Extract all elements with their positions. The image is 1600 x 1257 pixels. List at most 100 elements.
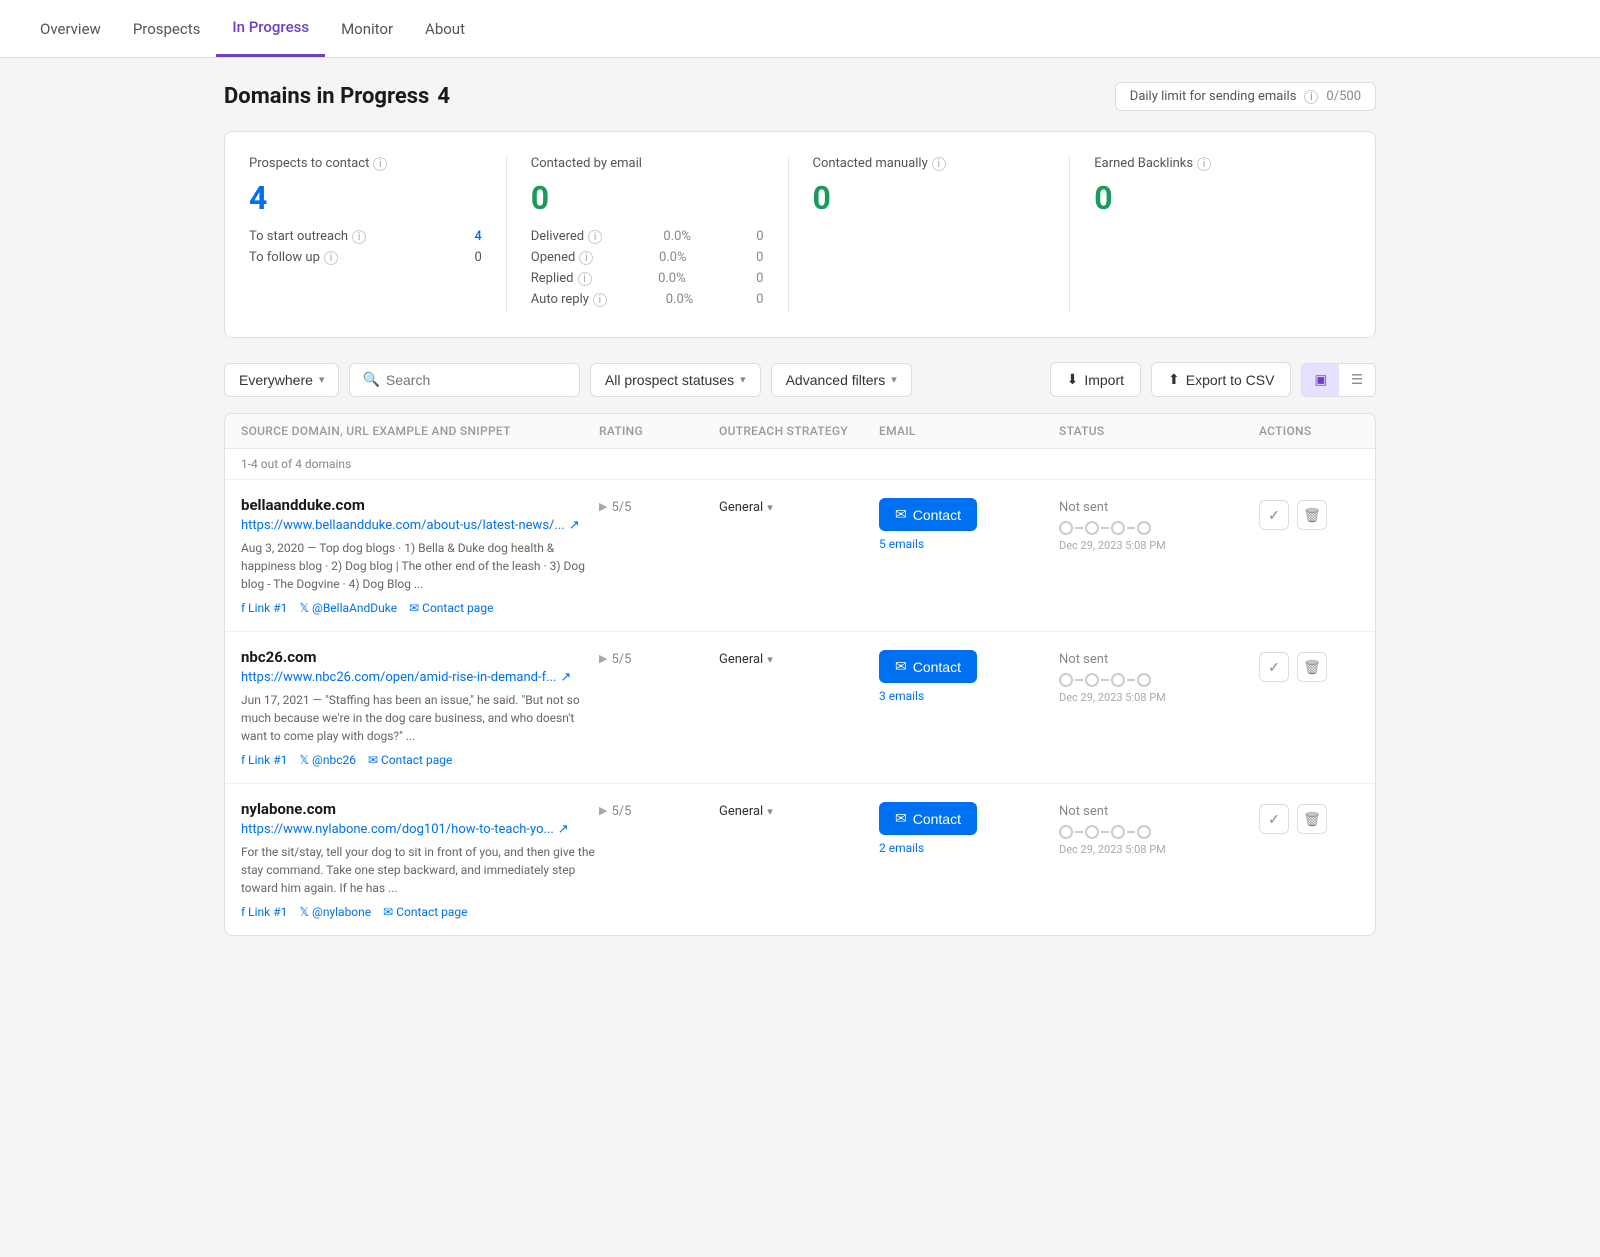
strategy-select[interactable]: General ▾: [719, 500, 773, 515]
domain-name: bellaandduke.com: [241, 496, 599, 514]
emails-count[interactable]: 5 emails: [879, 537, 924, 551]
trash-icon: 🗑: [1303, 811, 1321, 828]
rating-cell: ▶ 5/5: [599, 800, 719, 819]
view-toggle: ▣ ☰: [1301, 363, 1376, 397]
outreach-info-icon[interactable]: i: [352, 230, 366, 244]
delete-button[interactable]: 🗑: [1297, 652, 1327, 682]
rating-expand-icon[interactable]: ▶: [599, 500, 607, 513]
manual-info-icon[interactable]: i: [932, 157, 946, 171]
location-chevron-icon: ▾: [319, 373, 325, 386]
external-link-icon: ↗: [569, 518, 580, 533]
contact-page-link[interactable]: ✉ Contact page: [409, 601, 493, 615]
search-box[interactable]: 🔍: [349, 363, 579, 397]
check-button[interactable]: ✓: [1259, 804, 1289, 834]
rating-expand-icon[interactable]: ▶: [599, 804, 607, 817]
domain-url-link[interactable]: https://www.nbc26.com/open/amid-rise-in-…: [241, 670, 556, 685]
stat-backlinks: Earned Backlinks i 0: [1070, 156, 1351, 313]
contact-btn-label: Contact: [913, 507, 961, 523]
backlinks-value: 0: [1094, 179, 1327, 217]
facebook-icon: f: [241, 905, 245, 919]
twitter-link[interactable]: 𝕏 @BellaAndDuke: [299, 601, 397, 615]
autoreply-info-icon[interactable]: i: [593, 293, 607, 307]
col-source: Source Domain, URL Example and Snippet: [241, 424, 599, 438]
search-input[interactable]: [386, 372, 567, 388]
contact-page-link[interactable]: ✉ Contact page: [383, 905, 467, 919]
opened-info-icon[interactable]: i: [579, 251, 593, 265]
advanced-filter[interactable]: Advanced filters ▾: [771, 363, 912, 397]
progress-dot-2: [1085, 673, 1099, 687]
status-cell: Not sent Dec 29, 2023 5:08 PM: [1059, 800, 1259, 856]
emails-count[interactable]: 3 emails: [879, 689, 924, 703]
check-icon: ✓: [1268, 507, 1280, 524]
col-strategy: Outreach strategy: [719, 424, 879, 438]
nav-about[interactable]: About: [409, 2, 481, 56]
import-button[interactable]: ⬇ Import: [1050, 362, 1141, 397]
twitter-icon: 𝕏: [299, 905, 309, 919]
delete-button[interactable]: 🗑: [1297, 804, 1327, 834]
progress-line-2: [1101, 527, 1109, 529]
nav-prospects[interactable]: Prospects: [117, 2, 217, 56]
facebook-label: Link #1: [248, 601, 287, 615]
contact-icon: ✉: [409, 601, 419, 615]
contact-button[interactable]: ✉ Contact: [879, 650, 977, 683]
check-button[interactable]: ✓: [1259, 652, 1289, 682]
strategy-select[interactable]: General ▾: [719, 804, 773, 819]
list-icon: ☰: [1351, 372, 1363, 387]
list-view-button[interactable]: ☰: [1339, 364, 1375, 396]
daily-limit-info-icon[interactable]: i: [1304, 90, 1318, 104]
contact-button[interactable]: ✉ Contact: [879, 498, 977, 531]
check-button[interactable]: ✓: [1259, 500, 1289, 530]
location-label: Everywhere: [239, 372, 313, 388]
facebook-label: Link #1: [248, 753, 287, 767]
strategy-cell: General ▾: [719, 800, 879, 819]
status-filter[interactable]: All prospect statuses ▾: [590, 363, 761, 397]
table-row: nylabone.com https://www.nylabone.com/do…: [225, 784, 1375, 935]
followup-info-icon[interactable]: i: [324, 251, 338, 265]
location-filter[interactable]: Everywhere ▾: [224, 363, 339, 397]
status-date: Dec 29, 2023 5:08 PM: [1059, 843, 1259, 856]
daily-limit-label: Daily limit for sending emails: [1130, 89, 1297, 104]
progress-dots: [1059, 673, 1259, 687]
progress-line-1: [1075, 831, 1083, 833]
delete-button[interactable]: 🗑: [1297, 500, 1327, 530]
contact-page-link[interactable]: ✉ Contact page: [368, 753, 452, 767]
email-cell: ✉ Contact 3 emails: [879, 648, 1059, 703]
col-actions: Actions: [1259, 424, 1359, 438]
contact-button[interactable]: ✉ Contact: [879, 802, 977, 835]
nav-overview[interactable]: Overview: [24, 2, 117, 56]
facebook-link[interactable]: f Link #1: [241, 601, 287, 615]
followup-row: To follow up i 0: [249, 250, 482, 265]
nav-monitor[interactable]: Monitor: [325, 2, 409, 56]
outreach-row: To start outreach i 4: [249, 229, 482, 244]
domain-url: https://www.nbc26.com/open/amid-rise-in-…: [241, 670, 599, 685]
export-button[interactable]: ⬆ Export to CSV: [1151, 362, 1291, 397]
domain-url-link[interactable]: https://www.bellaandduke.com/about-us/la…: [241, 518, 565, 533]
twitter-icon: 𝕏: [299, 753, 309, 767]
backlinks-info-icon[interactable]: i: [1197, 157, 1211, 171]
twitter-link[interactable]: 𝕏 @nylabone: [299, 905, 371, 919]
domain-links: f Link #1 𝕏 @nylabone ✉ Contact page: [241, 905, 599, 919]
grid-view-button[interactable]: ▣: [1302, 364, 1339, 396]
prospects-info-icon[interactable]: i: [373, 157, 387, 171]
rating-expand-icon[interactable]: ▶: [599, 652, 607, 665]
prospects-label: Prospects to contact i: [249, 156, 482, 171]
twitter-link[interactable]: 𝕏 @nbc26: [299, 753, 356, 767]
domain-url: https://www.nylabone.com/dog101/how-to-t…: [241, 822, 599, 837]
external-link-icon: ↗: [560, 670, 571, 685]
contact-btn-icon: ✉: [895, 810, 907, 827]
progress-dot-1: [1059, 825, 1073, 839]
trash-icon: 🗑: [1303, 659, 1321, 676]
facebook-link[interactable]: f Link #1: [241, 905, 287, 919]
nav-in-progress[interactable]: In Progress: [216, 0, 325, 57]
rating-value: 5/5: [611, 804, 631, 819]
replied-info-icon[interactable]: i: [578, 272, 592, 286]
delivered-info-icon[interactable]: i: [588, 230, 602, 244]
import-icon: ⬇: [1067, 371, 1079, 388]
facebook-link[interactable]: f Link #1: [241, 753, 287, 767]
domain-url-link[interactable]: https://www.nylabone.com/dog101/how-to-t…: [241, 822, 554, 837]
strategy-select[interactable]: General ▾: [719, 652, 773, 667]
domain-info-nbc26: nbc26.com https://www.nbc26.com/open/ami…: [241, 648, 599, 767]
emails-count[interactable]: 2 emails: [879, 841, 924, 855]
domain-snippet: Aug 3, 2020 — Top dog blogs · 1) Bella &…: [241, 539, 599, 593]
twitter-label: @nbc26: [312, 753, 356, 767]
